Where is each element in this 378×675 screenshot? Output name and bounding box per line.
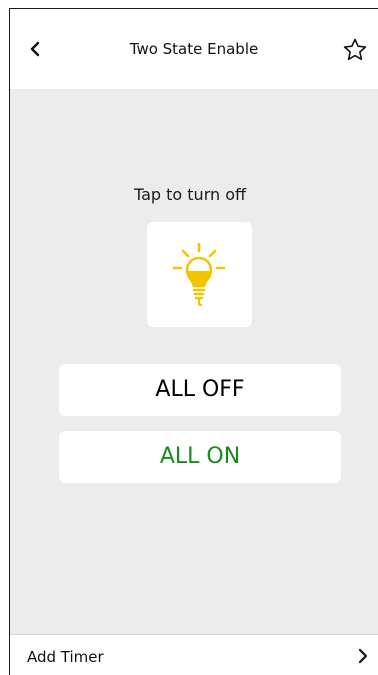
- star-outline-icon: [343, 38, 367, 61]
- all-off-button[interactable]: ALL OFF: [59, 364, 341, 416]
- toggle-tile[interactable]: [147, 222, 252, 327]
- app-screen: Two State Enable Tap to turn off ALL OFF…: [9, 8, 378, 675]
- lightbulb-icon: [172, 242, 226, 307]
- back-button[interactable]: [24, 37, 48, 61]
- add-timer-row[interactable]: Add Timer: [10, 634, 378, 675]
- add-timer-label: Add Timer: [27, 648, 104, 666]
- page-title: Two State Enable: [129, 40, 259, 58]
- chevron-left-icon: [30, 41, 40, 57]
- tap-hint: Tap to turn off: [133, 185, 247, 204]
- favorite-button[interactable]: [342, 37, 368, 63]
- top-bar: Two State Enable: [10, 9, 378, 89]
- all-on-button[interactable]: ALL ON: [59, 431, 341, 483]
- chevron-right-icon: [358, 648, 368, 664]
